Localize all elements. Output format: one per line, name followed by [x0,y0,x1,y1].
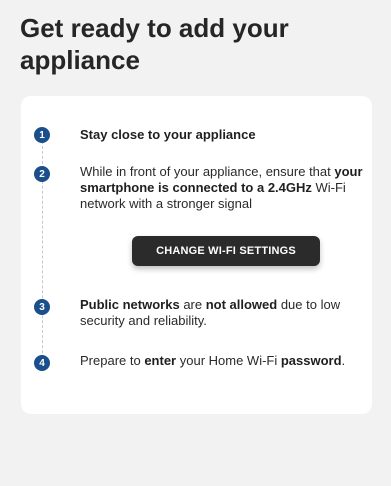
step-text-part: Prepare to [80,353,145,368]
step-text-part: enter [144,353,177,368]
step-text-part: not allowed [205,297,278,312]
step-number-badge: 4 [34,355,50,371]
step-text-part: . [341,353,346,368]
step-text-part: password [280,353,342,368]
step-text-part: are [179,297,206,312]
step-text-part: Public networks [80,297,180,312]
step-text-part: While in front of your appliance, ensure… [80,164,335,179]
step-number-badge: 2 [34,166,50,182]
step-number-badge: 3 [34,299,50,315]
change-wifi-settings-button[interactable]: CHANGE WI-FI SETTINGS [132,236,320,266]
instructions-card: 1 Stay close to your appliance 2 While i… [21,96,372,414]
step-text: Public networks are not allowed due to l… [80,297,364,329]
screen: Get ready to add your appliance 1 Stay c… [0,0,391,486]
step-text: Stay close to your appliance [80,127,364,143]
step-number-badge: 1 [34,127,50,143]
step-text-part: your Home Wi-Fi [176,353,281,368]
page-title: Get ready to add your appliance [20,13,289,75]
step-text-part: Stay close to your appliance [80,127,256,142]
step-text: Prepare to enter your Home Wi-Fi passwor… [80,353,364,369]
step-text: While in front of your appliance, ensure… [80,164,364,212]
